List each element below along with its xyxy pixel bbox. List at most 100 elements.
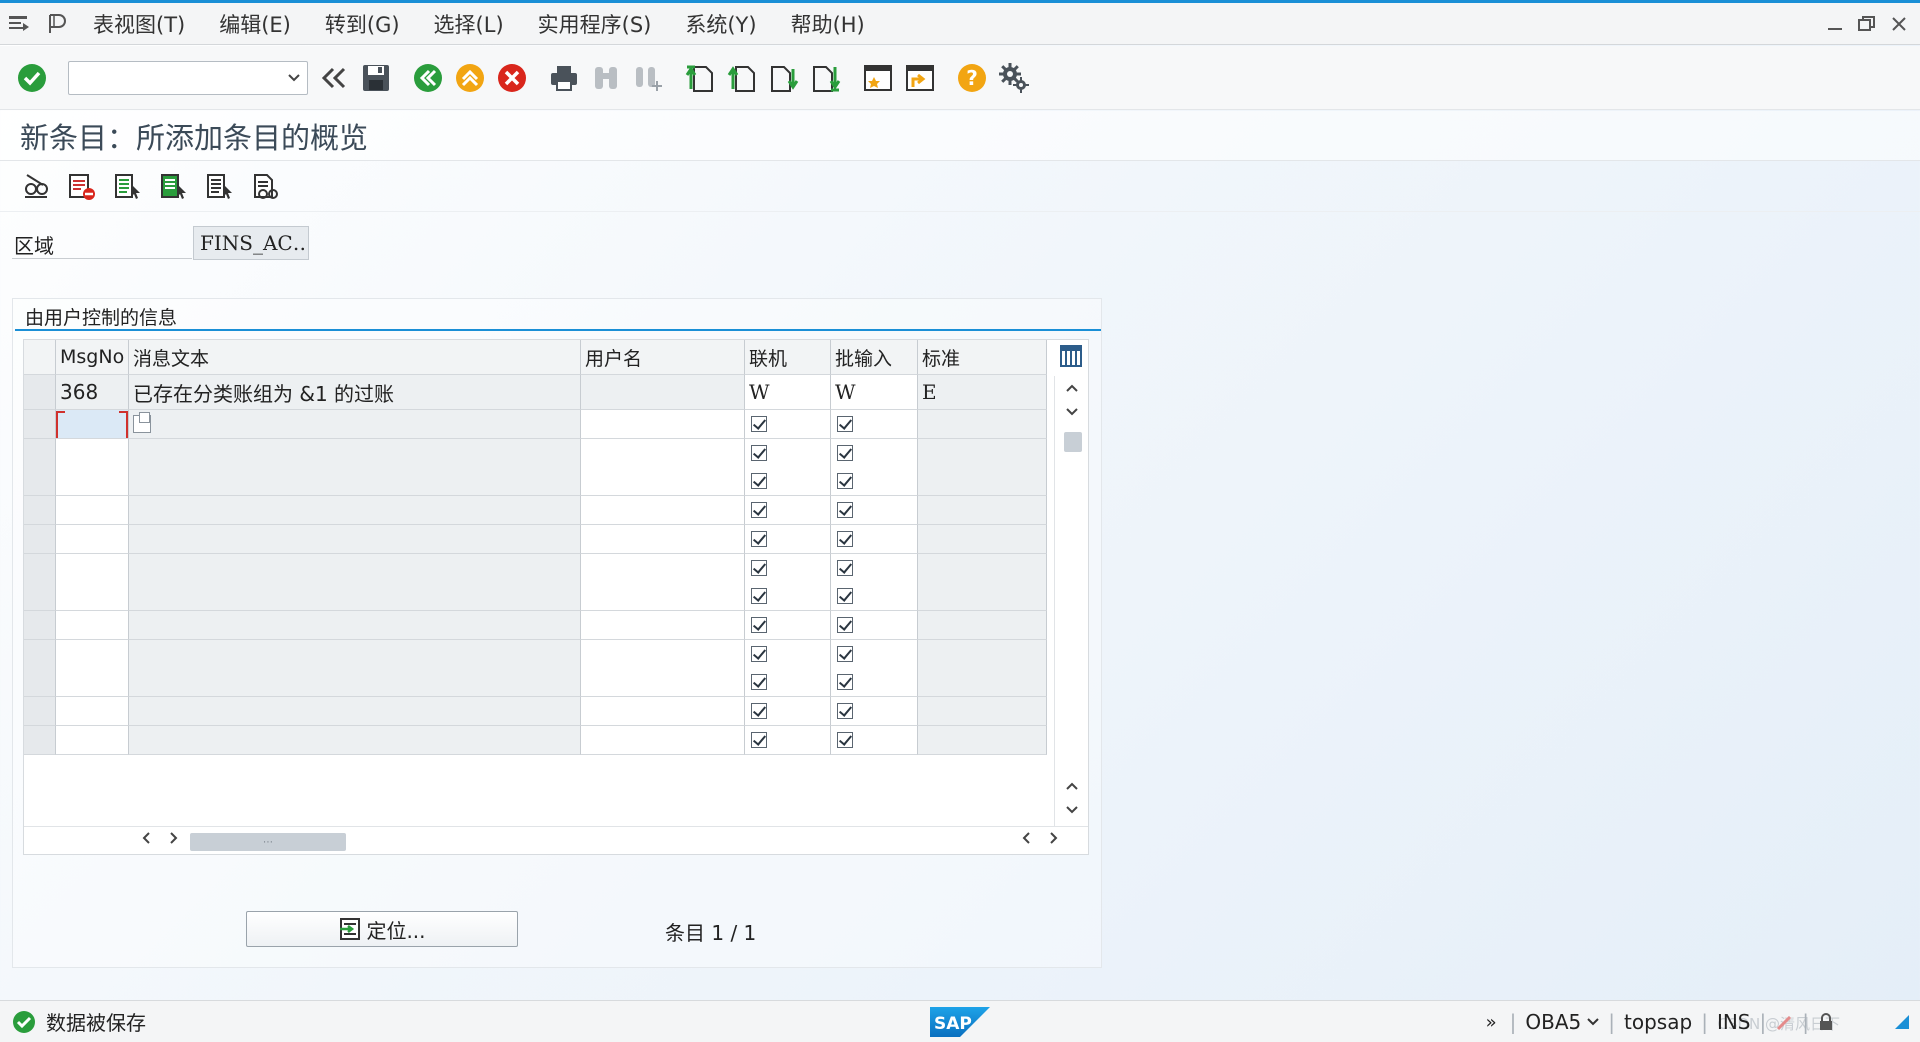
row-selector[interactable] (24, 668, 56, 698)
menu-system[interactable]: 系统(Y) (668, 3, 773, 45)
batch-input-checkbox-cell[interactable] (831, 496, 918, 526)
first-page-icon[interactable] (682, 60, 718, 96)
print-view-icon[interactable] (248, 169, 284, 205)
checkbox[interactable] (837, 473, 853, 490)
user-name-input-cell[interactable] (581, 553, 745, 583)
scroll-down-icon[interactable] (1055, 400, 1089, 424)
batch-input-checkbox-cell[interactable] (831, 725, 918, 755)
chevron-down-icon[interactable] (287, 70, 301, 89)
online-checkbox-cell[interactable] (745, 524, 831, 554)
menu-edit[interactable]: 编辑(E) (202, 3, 308, 45)
system-menu-icon[interactable] (0, 3, 38, 45)
value-help-icon[interactable] (133, 412, 151, 433)
last-page-icon[interactable] (808, 60, 844, 96)
user-name-input-cell[interactable] (581, 438, 745, 468)
msgno-input-cell[interactable] (56, 610, 129, 640)
msgno-input-cell[interactable] (56, 524, 129, 554)
user-name-input-cell[interactable] (581, 697, 745, 726)
minimize-icon[interactable] (1824, 13, 1846, 35)
checkbox[interactable] (837, 559, 853, 576)
status-message[interactable]: 数据被保存 (12, 1007, 146, 1036)
checkbox[interactable] (837, 416, 853, 432)
display-change-icon[interactable] (18, 169, 54, 205)
batch-input-checkbox-cell[interactable] (831, 438, 918, 468)
checkbox[interactable] (751, 645, 767, 662)
header-online[interactable]: 联机 (745, 340, 831, 375)
scroll-up-icon[interactable] (1055, 376, 1089, 400)
expand-status-icon[interactable]: » (1486, 1012, 1497, 1033)
input-mode[interactable]: INS (1717, 1010, 1751, 1034)
vertical-scroll-thumb[interactable] (1064, 432, 1082, 452)
checkbox[interactable] (837, 703, 853, 719)
transaction-code[interactable]: OBA5 (1525, 1010, 1581, 1034)
batch-input-checkbox-cell[interactable] (831, 697, 918, 726)
batch-input-checkbox-cell[interactable] (831, 610, 918, 640)
online-checkbox-cell[interactable] (745, 668, 831, 698)
online-checkbox-cell[interactable] (745, 410, 831, 439)
batch-input-checkbox-cell[interactable] (831, 553, 918, 583)
help-icon[interactable]: ? (954, 60, 990, 96)
new-session-icon[interactable] (860, 60, 896, 96)
resize-grip-icon[interactable] (1894, 1014, 1910, 1030)
transaction-chevron-icon[interactable] (1587, 1017, 1599, 1027)
position-button[interactable]: 定位... (246, 911, 518, 947)
checkbox[interactable] (837, 444, 853, 461)
online-cell[interactable]: W (745, 375, 831, 410)
batch-input-checkbox-cell[interactable] (831, 410, 918, 439)
horizontal-scroll-thumb[interactable]: ⋯ (190, 833, 346, 851)
user-name-input-cell[interactable] (581, 410, 745, 439)
row-selector[interactable] (24, 467, 56, 497)
online-checkbox-cell[interactable] (745, 639, 831, 669)
column-configuration-icon[interactable] (1058, 342, 1084, 370)
menu-table-view[interactable]: 表视图(T) (76, 3, 202, 45)
msgno-input-cell[interactable] (56, 725, 129, 755)
msgno-input-cell[interactable] (56, 410, 129, 439)
row-selector[interactable] (24, 438, 56, 468)
deselect-all-icon[interactable] (202, 169, 238, 205)
online-checkbox-cell[interactable] (745, 697, 831, 726)
scroll-right-icon[interactable] (164, 831, 184, 849)
checkbox[interactable] (751, 502, 767, 519)
header-batch-input[interactable]: 批输入 (831, 340, 918, 375)
row-selector[interactable] (24, 725, 56, 755)
horizontal-scrollbar[interactable]: ⋯ (24, 826, 1088, 854)
checkbox[interactable] (751, 674, 767, 691)
page-up-icon[interactable] (1055, 774, 1089, 798)
online-checkbox-cell[interactable] (745, 438, 831, 468)
row-selector[interactable] (24, 582, 56, 612)
batch-input-checkbox-cell[interactable] (831, 582, 918, 612)
checkbox[interactable] (837, 731, 853, 748)
checkbox[interactable] (837, 502, 853, 519)
row-selector[interactable] (24, 610, 56, 640)
user-name-input-cell[interactable] (581, 725, 745, 755)
msgno-input-cell[interactable] (56, 697, 129, 726)
row-selector[interactable] (24, 553, 56, 583)
header-standard[interactable]: 标准 (918, 340, 1047, 375)
restore-icon[interactable] (1856, 13, 1878, 35)
shortcut-icon[interactable] (902, 60, 938, 96)
checkbox[interactable] (837, 530, 853, 547)
delete-row-icon[interactable] (64, 169, 100, 205)
header-message-text[interactable]: 消息文本 (129, 340, 581, 375)
next-page-icon[interactable] (766, 60, 802, 96)
checkbox[interactable] (751, 530, 767, 547)
msgno-input-cell[interactable] (56, 553, 129, 583)
checkbox[interactable] (837, 588, 853, 605)
page-down-icon[interactable] (1055, 798, 1089, 822)
checkbox[interactable] (751, 703, 767, 719)
column-scroll-right-icon[interactable] (1044, 831, 1064, 849)
online-checkbox-cell[interactable] (745, 553, 831, 583)
row-selector[interactable] (24, 697, 56, 726)
save-icon[interactable] (358, 60, 394, 96)
menu-goto[interactable]: 转到(G) (308, 3, 417, 45)
batch-input-checkbox-cell[interactable] (831, 524, 918, 554)
batch-input-checkbox-cell[interactable] (831, 467, 918, 497)
user-name-input-cell[interactable] (581, 668, 745, 698)
menu-selection[interactable]: 选择(L) (417, 3, 521, 45)
personalize-icon[interactable] (38, 3, 76, 45)
user-name-input-cell[interactable] (581, 467, 745, 497)
online-checkbox-cell[interactable] (745, 467, 831, 497)
user-name-input-cell[interactable] (581, 639, 745, 669)
row-selector[interactable] (24, 375, 56, 410)
checkbox[interactable] (837, 645, 853, 662)
